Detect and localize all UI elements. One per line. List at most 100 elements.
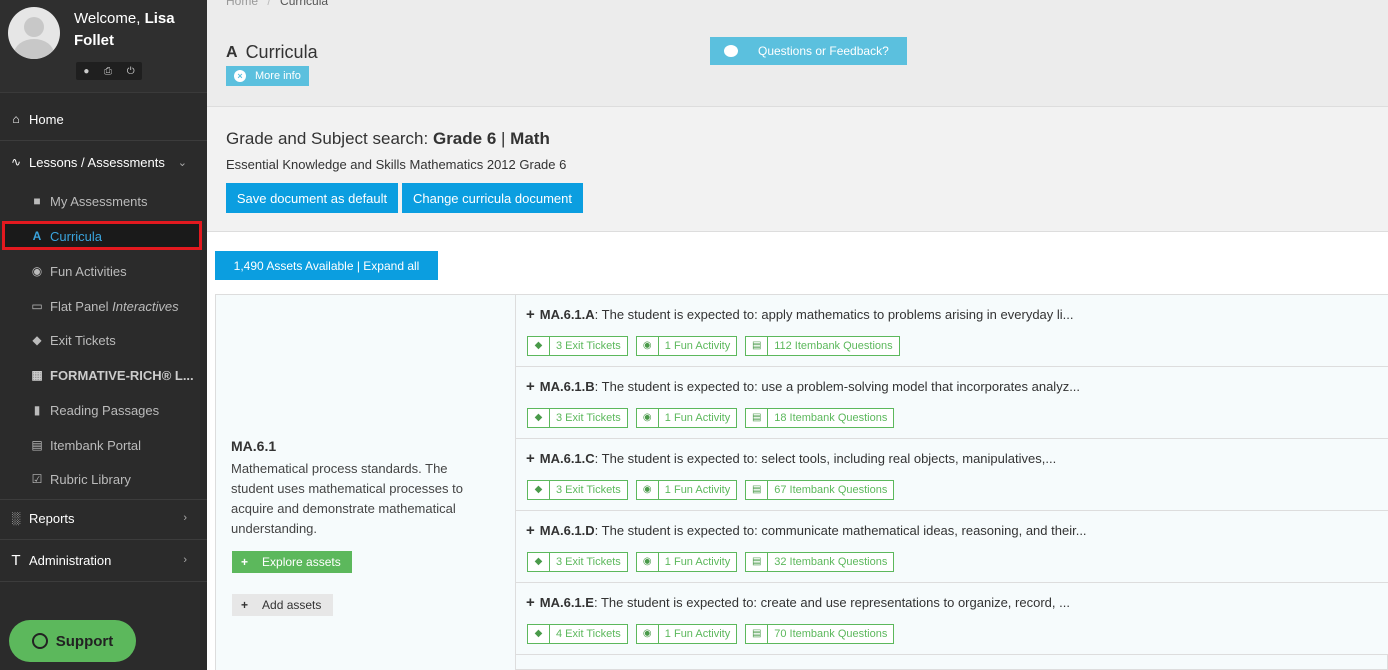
breadcrumb-current: Curricula — [280, 0, 329, 8]
exit-tickets-badge[interactable]: ◆ 3 Exit Tickets — [527, 408, 628, 428]
expand-all-button[interactable]: 1,490 Assets Available | Expand all — [215, 251, 438, 280]
checkbox-icon: ☑ — [31, 472, 43, 486]
road-icon: A — [32, 229, 42, 243]
sidebar-item-exit-tickets[interactable]: ◆ Exit Tickets — [0, 323, 207, 357]
bank-icon: ▤ — [746, 625, 769, 643]
power-icon[interactable]: ⏻ — [127, 66, 135, 77]
grade-subject-panel: Grade and Subject search: Grade 6 | Math… — [207, 106, 1388, 232]
ticket-icon: ◆ — [528, 337, 550, 355]
gamepad-icon: ◉ — [637, 553, 659, 571]
support-button[interactable]: Support — [9, 620, 136, 662]
bank-icon: ▤ — [746, 481, 769, 499]
gamepad-icon: ◉ — [637, 481, 659, 499]
more-info-button[interactable]: × More info — [226, 66, 309, 86]
standard-code: MA.6.1 — [231, 438, 277, 454]
chevron-right-icon: › — [183, 512, 187, 524]
plus-icon: + — [526, 450, 535, 467]
profile-panel: Welcome, Lisa Follet ● ⎙ ⏻ — [0, 0, 207, 93]
plus-icon: + — [526, 306, 535, 323]
fun-activity-badge[interactable]: ◉ 1 Fun Activity — [635, 552, 738, 572]
bank-icon: ▤ — [746, 553, 769, 571]
table-row: + MA.6.1.E: The student is expected to: c… — [516, 583, 1388, 655]
row-expander[interactable]: + MA.6.1.E: The student is expected to: c… — [526, 594, 1070, 611]
ticket-icon: ◆ — [528, 409, 550, 427]
sidebar-item-home[interactable]: ⌂ Home — [0, 102, 207, 136]
gamepad-icon: ◉ — [637, 625, 659, 643]
standards-table: MA.6.1 Mathematical process standards. T… — [215, 294, 1388, 670]
bank-icon: ▤ — [746, 409, 769, 427]
sidebar: Welcome, Lisa Follet ● ⎙ ⏻ ⌂ Home ∿ Lesson… — [0, 0, 207, 670]
standard-cell: MA.6.1 Mathematical process standards. T… — [216, 295, 516, 670]
sidebar-item-administration[interactable]: T Administration › — [0, 543, 207, 577]
map-icon: ▦ — [31, 368, 43, 382]
avatar[interactable] — [8, 7, 60, 59]
itembank-badge[interactable]: ▤ 70 Itembank Questions — [745, 624, 895, 644]
plus-icon: + — [526, 594, 535, 611]
fun-activity-badge[interactable]: ◉ 1 Fun Activity — [635, 624, 738, 644]
sidebar-item-flat-panel[interactable]: ▭ Flat Panel Interactives — [0, 289, 207, 323]
sidebar-item-fun-activities[interactable]: ◉ Fun Activities — [0, 254, 207, 288]
gamepad-icon: ◉ — [637, 337, 659, 355]
sidebar-item-curricula[interactable]: A Curricula — [0, 219, 207, 253]
sidebar-item-rubric-library[interactable]: ☑ Rubric Library — [0, 462, 207, 496]
bar-chart-icon: ░ — [11, 511, 21, 525]
chat-bubble-icon — [31, 633, 48, 649]
bank-icon: ▤ — [746, 337, 769, 355]
profile-actions: ● ⎙ ⏻ — [76, 62, 142, 80]
t-icon: T — [11, 551, 21, 569]
road-icon: A — [226, 43, 238, 61]
fun-activity-badge[interactable]: ◉ 1 Fun Activity — [635, 336, 738, 356]
itembank-badge[interactable]: ▤ 67 Itembank Questions — [745, 480, 895, 500]
add-assets-button[interactable]: + Add assets — [232, 594, 333, 616]
exit-tickets-badge[interactable]: ◆ 3 Exit Tickets — [527, 336, 628, 356]
main-content: Home / Curricula A Curricula × More info… — [207, 0, 1388, 670]
breadcrumb: Home / Curricula — [226, 0, 328, 8]
itembank-badge[interactable]: ▤ 18 Itembank Questions — [745, 408, 895, 428]
exit-tickets-badge[interactable]: ◆ 4 Exit Tickets — [527, 624, 628, 644]
ticket-icon: ◆ — [528, 481, 550, 499]
table-row: + MA.6.1.D: The student is expected to: c… — [516, 511, 1388, 583]
breadcrumb-home[interactable]: Home — [226, 0, 258, 8]
exit-tickets-badge[interactable]: ◆ 3 Exit Tickets — [527, 552, 628, 572]
sidebar-item-reports[interactable]: ░ Reports › — [0, 501, 207, 535]
change-document-button[interactable]: Change curricula document — [402, 183, 583, 213]
row-expander[interactable]: + MA.6.1.D: The student is expected to: c… — [526, 522, 1087, 539]
comment-icon — [724, 45, 738, 57]
row-expander[interactable]: + MA.6.1.C: The student is expected to: s… — [526, 450, 1056, 467]
plus-icon: + — [241, 555, 249, 569]
sidebar-item-formative-rich[interactable]: ▦ FORMATIVE-RICH® L... — [0, 358, 207, 392]
explore-assets-button[interactable]: + Explore assets — [232, 551, 352, 573]
search-heading: Grade and Subject search: Grade 6 | Math — [226, 129, 550, 148]
sidebar-item-my-assessments[interactable]: ■ My Assessments — [0, 184, 207, 218]
sidebar-item-lessons[interactable]: ∿ Lessons / Assessments ⌄ — [0, 145, 207, 179]
monitor-icon: ▭ — [31, 299, 43, 313]
close-circle-icon: × — [234, 70, 246, 82]
user-icon[interactable]: ● — [83, 66, 89, 77]
print-icon[interactable]: ⎙ — [104, 66, 112, 77]
table-row: + MA.6.1.B: The student is expected to: u… — [516, 367, 1388, 439]
table-row: + MA.6.1.A: The student is expected to: a… — [516, 295, 1388, 367]
row-expander[interactable]: + MA.6.1.B: The student is expected to: u… — [526, 378, 1080, 395]
gamepad-icon: ◉ — [637, 409, 659, 427]
row-expander[interactable]: + MA.6.1.A: The student is expected to: a… — [526, 306, 1074, 323]
plus-icon: + — [526, 522, 535, 539]
sidebar-item-itembank-portal[interactable]: ▤ Itembank Portal — [0, 428, 207, 462]
standard-description: Mathematical process standards. The stud… — [231, 461, 463, 536]
itembank-badge[interactable]: ▤ 112 Itembank Questions — [745, 336, 900, 356]
sidebar-item-reading-passages[interactable]: ▮ Reading Passages — [0, 393, 207, 427]
save-default-button[interactable]: Save document as default — [226, 183, 398, 213]
chevron-down-icon: ⌄ — [177, 156, 187, 169]
ticket-icon: ◆ — [528, 625, 550, 643]
pulse-icon: ∿ — [10, 155, 22, 169]
page-title: A Curricula — [226, 42, 318, 62]
feedback-button[interactable]: Questions or Feedback? — [710, 37, 907, 65]
book-icon: ▮ — [33, 403, 41, 417]
page-header: Home / Curricula A Curricula × More info… — [207, 0, 1388, 106]
folder-icon: ■ — [33, 194, 41, 208]
home-icon: ⌂ — [12, 112, 20, 126]
fun-activity-badge[interactable]: ◉ 1 Fun Activity — [635, 480, 738, 500]
exit-tickets-badge[interactable]: ◆ 3 Exit Tickets — [527, 480, 628, 500]
document-name: Essential Knowledge and Skills Mathemati… — [226, 157, 567, 172]
itembank-badge[interactable]: ▤ 32 Itembank Questions — [745, 552, 895, 572]
fun-activity-badge[interactable]: ◉ 1 Fun Activity — [635, 408, 738, 428]
